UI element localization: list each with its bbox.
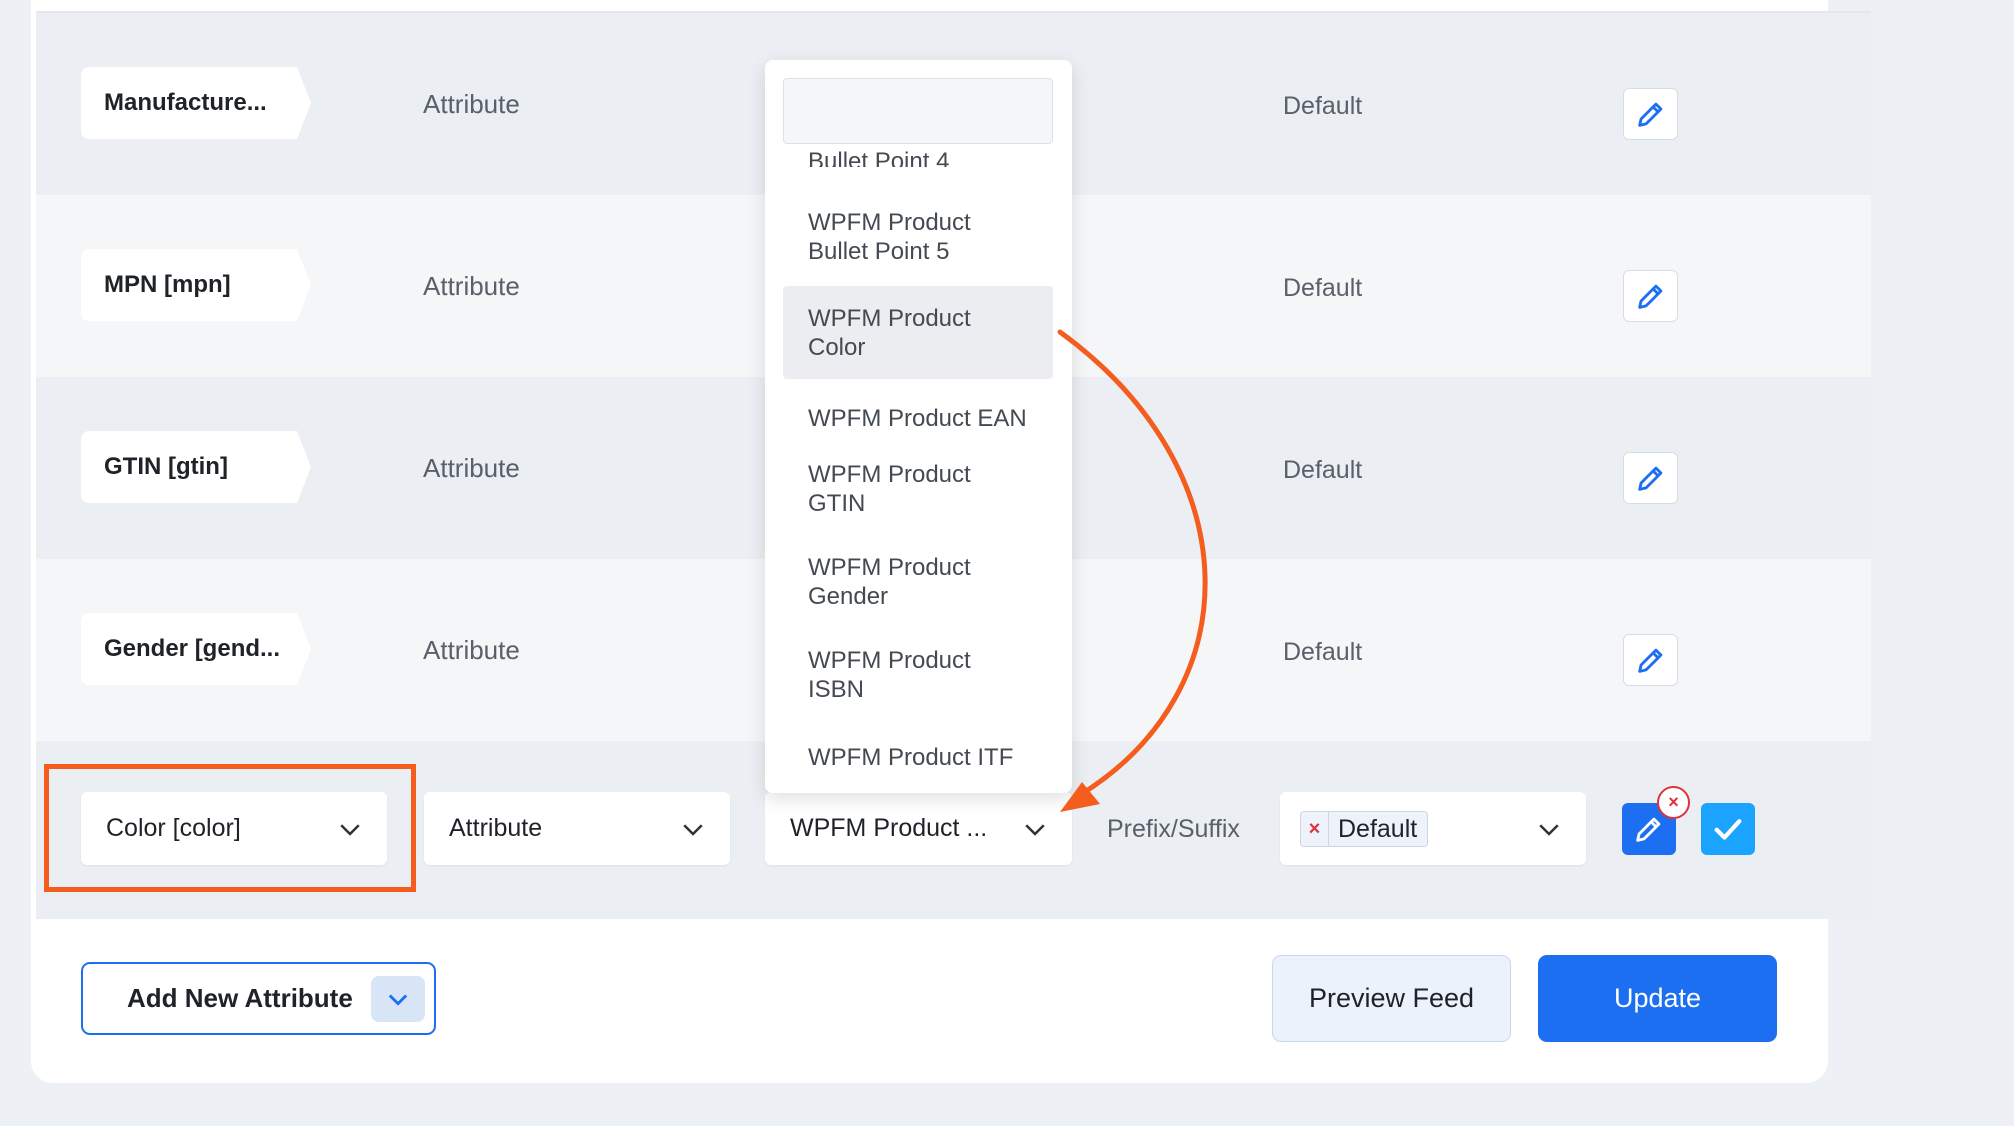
edit-row-button[interactable]	[1623, 452, 1678, 504]
attribute-type-select[interactable]: Attribute	[424, 792, 730, 865]
dropdown-item-line1: WPFM Product	[808, 209, 971, 236]
chevron-down-icon	[1539, 824, 1559, 836]
attribute-key-label: Manufacture...	[81, 67, 311, 139]
chevron-down-icon	[683, 824, 703, 836]
pencil-icon	[1637, 284, 1662, 309]
dropdown-item[interactable]: WPFM Product GTIN	[783, 458, 1053, 520]
dropdown-item-line1: WPFM Product	[808, 304, 971, 332]
annotation-highlight-box	[44, 764, 416, 892]
preview-feed-label: Preview Feed	[1308, 983, 1475, 1013]
edit-row-button[interactable]	[1623, 634, 1678, 686]
attribute-key-label: GTIN [gtin]	[81, 431, 311, 503]
prefix-suffix-label[interactable]: Prefix/Suffix	[1107, 811, 1240, 847]
dropdown-item-line2: ISBN	[808, 676, 865, 703]
pencil-icon	[1637, 102, 1662, 127]
attribute-value: Default	[1283, 638, 1363, 666]
pencil-icon	[1636, 817, 1661, 842]
dropdown-item[interactable]: WPFM Product Bullet Point 5	[783, 206, 1053, 268]
add-new-attribute-button[interactable]: Add New Attribute	[81, 962, 436, 1035]
pencil-icon	[1637, 466, 1662, 491]
add-attribute-dropdown-toggle[interactable]	[371, 976, 425, 1022]
attribute-value: Default	[1283, 456, 1363, 484]
close-icon: ×	[1668, 792, 1679, 812]
update-label: Update	[1613, 983, 1702, 1013]
dropdown-item-line2: Bullet Point 5	[808, 238, 950, 265]
dropdown-item-line1: WPFM Product	[808, 647, 971, 674]
dropdown-item-line1: WPFM Product ITF	[808, 743, 1014, 771]
dropdown-item-line2: GTIN	[808, 490, 866, 517]
attribute-key-label: MPN [mpn]	[81, 249, 311, 321]
edit-row-button[interactable]	[1623, 270, 1678, 322]
dropdown-search-input[interactable]	[783, 78, 1053, 144]
attribute-type: Attribute	[423, 635, 520, 665]
dropdown-item-line2: Gender	[808, 583, 889, 610]
dropdown-item-line1: WPFM Product	[808, 461, 971, 488]
attribute-type: Attribute	[423, 89, 520, 119]
dropdown-item-line1: WPFM Product	[808, 554, 971, 581]
update-button[interactable]: Update	[1538, 955, 1777, 1042]
attribute-type: Attribute	[423, 453, 520, 483]
attribute-type-select-value: Attribute	[449, 814, 543, 842]
dropdown-item[interactable]: WPFM Product ISBN	[783, 644, 1053, 706]
edit-row-button[interactable]	[1623, 88, 1678, 140]
attribute-value: Default	[1283, 92, 1363, 120]
preview-feed-button[interactable]: Preview Feed	[1272, 955, 1511, 1042]
attribute-value-select[interactable]: WPFM Product ...	[765, 792, 1072, 865]
dropdown-item-line1: WPFM Product EAN	[808, 404, 1027, 432]
tag-label: Default	[1338, 814, 1418, 843]
dropdown-item[interactable]: WPFM Product ITF	[783, 732, 1053, 782]
dropdown-item[interactable]: WPFM Product EAN	[783, 393, 1053, 443]
dropdown-item-partial[interactable]: Bullet Point 4	[808, 149, 949, 167]
chevron-down-icon	[1025, 824, 1045, 836]
checkmark-icon	[1714, 819, 1742, 840]
attribute-value-select-value: WPFM Product ...	[790, 814, 988, 842]
confirm-button[interactable]	[1701, 803, 1755, 855]
value-dropdown-menu: Bullet Point 4 WPFM Product Bullet Point…	[765, 60, 1072, 793]
pencil-icon	[1637, 648, 1662, 673]
add-new-attribute-label: Add New Attribute	[127, 983, 353, 1013]
attribute-value: Default	[1283, 274, 1363, 302]
top-divider	[36, 0, 1871, 13]
remove-row-button[interactable]: ×	[1657, 786, 1690, 819]
dropdown-item-selected[interactable]: WPFM Product Color	[783, 286, 1053, 379]
output-default-tag: × Default	[1300, 811, 1429, 847]
dropdown-item[interactable]: WPFM Product Gender	[783, 551, 1053, 613]
tag-remove-icon[interactable]: ×	[1301, 812, 1329, 846]
attribute-type: Attribute	[423, 271, 520, 301]
chevron-down-icon	[388, 994, 408, 1006]
dropdown-item-line2: Color	[808, 333, 866, 361]
attribute-key-label: Gender [gend...	[81, 613, 311, 685]
